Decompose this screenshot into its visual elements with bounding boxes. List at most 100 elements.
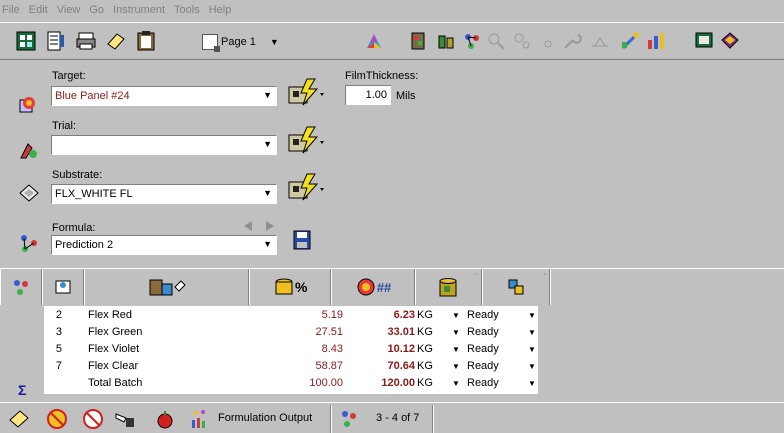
col-molecule[interactable] [0, 269, 42, 305]
measure-instrument-icon[interactable] [285, 125, 325, 155]
status-value: Ready [467, 377, 499, 389]
target-icon [19, 97, 35, 113]
col-select[interactable] [41, 269, 84, 305]
database-icon[interactable] [14, 29, 38, 53]
col-empty [550, 269, 784, 305]
chevron-down-icon[interactable]: ▼ [452, 345, 460, 354]
formulation-output-label[interactable]: Formulation Output [218, 412, 312, 424]
col-colorant[interactable] [83, 269, 250, 305]
substrate-label: Substrate: [52, 169, 103, 181]
eraser-icon[interactable] [104, 29, 128, 53]
status-value: Ready [467, 326, 499, 338]
col-percent[interactable]: % [249, 269, 332, 305]
presentation-icon[interactable] [692, 29, 716, 53]
unit-value: KG [417, 360, 433, 372]
col-amount[interactable]: ## [331, 269, 415, 305]
percent-value: 58.87 [315, 360, 343, 372]
amount-value: 120.00 [381, 377, 415, 389]
table-row[interactable]: 3 Flex Green 27.51 33.01 KG ▼ Ready ▼ [44, 324, 538, 341]
color-wand-icon[interactable] [618, 29, 642, 53]
bottle-ready-icon[interactable] [434, 29, 458, 53]
target-select[interactable]: Blue Panel #24 ▼ [51, 86, 277, 106]
menu-view[interactable]: View [57, 4, 81, 16]
table-row[interactable]: 2 Flex Red 5.19 6.23 KG ▼ Ready ▼ [44, 307, 538, 324]
no-grid-icon[interactable] [80, 406, 106, 432]
note-icon[interactable] [6, 406, 32, 432]
percent-value: 8.43 [321, 343, 343, 355]
chevron-down-icon[interactable]: ▼ [528, 362, 536, 371]
table-row[interactable]: 7 Flex Clear 58.87 70.64 KG ▼ Ready ▼ [44, 358, 538, 375]
amount-value: 33.01 [387, 326, 415, 338]
no-entry-icon[interactable] [44, 406, 70, 432]
chevron-down-icon[interactable]: ▼ [263, 188, 272, 198]
chart-icon[interactable] [644, 29, 668, 53]
row-number: 2 [55, 309, 62, 321]
clipboard-icon[interactable] [134, 29, 158, 53]
formula-nav-arrows-icon[interactable] [242, 220, 278, 232]
chevron-down-icon[interactable]: ▼ [263, 139, 272, 149]
menu-tools[interactable]: Tools [174, 4, 200, 16]
percent-can-icon [275, 278, 293, 295]
measure-instrument-icon[interactable] [285, 77, 325, 107]
chevron-down-icon[interactable]: ▼ [452, 362, 460, 371]
col-unit[interactable]: ▫ [414, 269, 482, 305]
menu-edit[interactable]: Edit [29, 4, 48, 16]
table-row[interactable]: 5 Flex Violet 8.43 10.12 KG ▼ Ready ▼ [44, 341, 538, 358]
instrument-icon[interactable] [406, 29, 430, 53]
colorant-cans-icon [149, 279, 186, 296]
book-icon[interactable] [718, 29, 742, 53]
molecule-icon[interactable] [460, 29, 484, 53]
wrench-disabled-icon [560, 29, 584, 53]
status-bar: Formulation Output 3 - 4 of 7 [0, 402, 784, 433]
chevron-down-icon[interactable]: ▼ [263, 239, 272, 249]
scale-disabled-icon [588, 29, 612, 53]
unit-value: KG [417, 326, 433, 338]
chevron-down-icon[interactable]: ▼ [270, 37, 279, 47]
chevron-down-icon[interactable]: ▼ [452, 379, 460, 388]
percent-header: % [295, 279, 308, 295]
colorant-name: Flex Green [88, 326, 143, 338]
dispense-icon [508, 279, 524, 295]
chevron-down-icon[interactable]: ▼ [528, 379, 536, 388]
page-selector[interactable]: Page 1 ▼ [202, 31, 279, 53]
output-sparkle-icon[interactable] [186, 406, 212, 432]
sigma-icon: Σ [18, 382, 27, 398]
film-thickness-input[interactable]: 1.00 [345, 85, 391, 105]
percent-value: 100.00 [309, 377, 343, 389]
save-icon[interactable] [293, 230, 311, 250]
colorant-name: Flex Red [88, 309, 133, 321]
menu-file[interactable]: File [2, 4, 20, 16]
color-cube-icon[interactable] [362, 29, 386, 53]
dispenser-icon[interactable] [112, 406, 138, 432]
chevron-down-icon[interactable]: ▼ [528, 328, 536, 337]
col-status[interactable]: ▫ [481, 269, 551, 305]
chevron-down-icon[interactable]: ▼ [263, 90, 272, 100]
chevron-down-icon[interactable]: ▼ [452, 311, 460, 320]
chevron-down-icon[interactable]: ▼ [528, 345, 536, 354]
target-value: Blue Panel #24 [55, 90, 130, 102]
formula-grid: % ## ▫ ▫ 2 Flex Red 5.19 6.23 KG ▼ Ready… [0, 268, 784, 402]
print-icon[interactable] [74, 29, 98, 53]
chevron-down-icon[interactable]: ▼ [528, 311, 536, 320]
trial-select[interactable]: ▼ [51, 135, 277, 155]
status-value: Ready [467, 309, 499, 321]
apple-icon[interactable] [152, 406, 178, 432]
status-value: Ready [467, 343, 499, 355]
grid-header: % ## ▫ ▫ [0, 269, 784, 305]
total-row[interactable]: Total Batch 100.00 120.00 KG ▼ Ready ▼ [44, 375, 538, 392]
formula-value: Prediction 2 [55, 239, 114, 251]
record-range: 3 - 4 of 7 [376, 412, 420, 424]
chevron-down-icon[interactable]: ▼ [452, 328, 460, 337]
menu-instrument[interactable]: Instrument [113, 4, 165, 16]
molecule-icon[interactable] [336, 406, 362, 432]
report-icon[interactable] [44, 29, 68, 53]
formula-select[interactable]: Prediction 2 ▼ [51, 235, 277, 255]
molecule-icon [13, 280, 28, 295]
menu-help[interactable]: Help [209, 4, 232, 16]
trial-icon [20, 143, 37, 159]
measure-instrument-icon[interactable] [285, 172, 325, 202]
can-icon [439, 278, 457, 297]
target-label: Target: [52, 70, 86, 82]
substrate-select[interactable]: FLX_WHITE FL ▼ [51, 184, 277, 204]
menu-go[interactable]: Go [89, 4, 104, 16]
